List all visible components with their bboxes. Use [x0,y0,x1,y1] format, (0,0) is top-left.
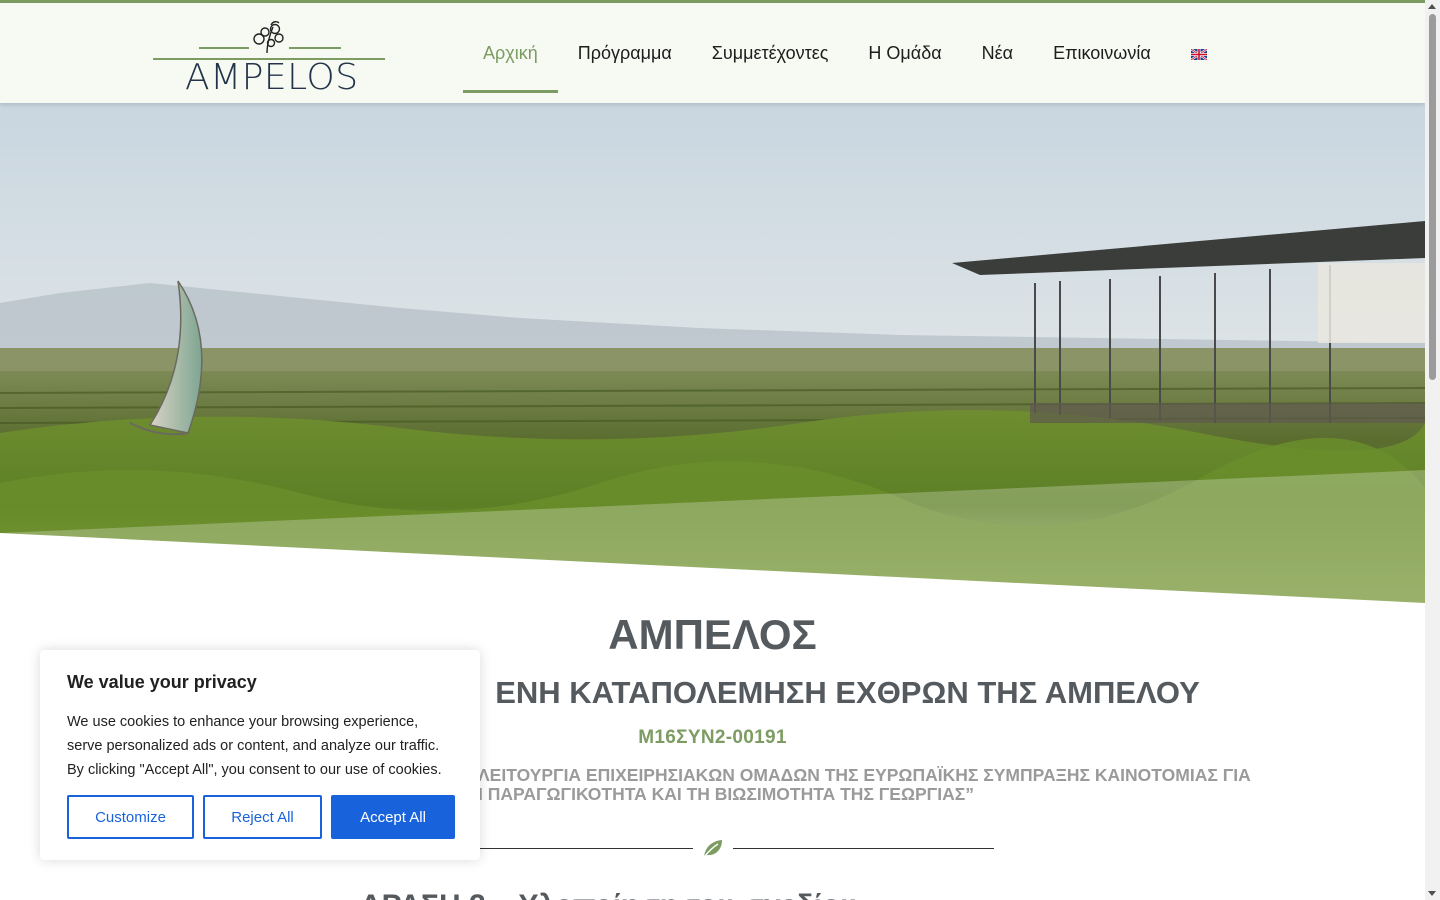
divider-line-left [480,848,693,849]
cookie-buttons: Customize Reject All Accept All [67,795,455,839]
site-header: AMPELOS Αρχική Πρόγραμμα Συμμετέχοντες Η… [0,3,1425,103]
accept-all-button[interactable]: Accept All [331,795,455,839]
description-line-1: ΛΕΙΤΟΥΡΓΙΑ ΕΠΙΧΕΙΡΗΣΙΑΚΩΝ ΟΜΑΔΩΝ ΤΗΣ ΕΥΡ… [478,765,1251,785]
cookie-consent-banner: We value your privacy We use cookies to … [40,650,480,860]
nav-item-program[interactable]: Πρόγραμμα [558,3,692,103]
section-divider [480,833,994,863]
leaf-icon [703,840,722,858]
customize-button[interactable]: Customize [67,795,194,839]
nav-item-team[interactable]: Η Ομάδα [848,3,961,103]
divider-line-right [733,848,994,849]
cookie-text: We use cookies to enhance your browsing … [67,714,442,778]
nav-item-language[interactable] [1171,3,1227,103]
scrollbar-thumb[interactable] [1429,14,1436,380]
scroll-down-arrow-icon[interactable] [1428,891,1436,896]
page-scrollbar[interactable] [1425,0,1440,900]
nav-item-contact[interactable]: Επικοινωνία [1033,3,1171,103]
hero-image [0,103,1425,603]
cookie-title: We value your privacy [67,672,257,692]
nav-item-participants[interactable]: Συμμετέχοντες [692,3,849,103]
reject-all-button[interactable]: Reject All [203,795,322,839]
nav-item-home[interactable]: Αρχική [463,3,558,103]
uk-flag-icon [1190,48,1207,60]
site-logo[interactable]: AMPELOS [153,19,387,99]
logo-text: AMPELOS [185,57,359,98]
scroll-up-arrow-icon[interactable] [1428,4,1436,9]
main-nav: Αρχική Πρόγραμμα Συμμετέχοντες Η Ομάδα Ν… [463,3,1227,103]
description-line-2: Ι ΠΑΡΑΓΩΓΙΚΟΤΗΤΑ ΚΑΙ ΤΗ ΒΙΩΣΙΜΟΤΗΤΑ ΤΗΣ … [478,784,974,804]
nav-item-news[interactable]: Νέα [962,3,1033,103]
section-heading: ΔΡΑΣΗ 2 – Υλοποίηση του σχεδίου [360,889,858,900]
